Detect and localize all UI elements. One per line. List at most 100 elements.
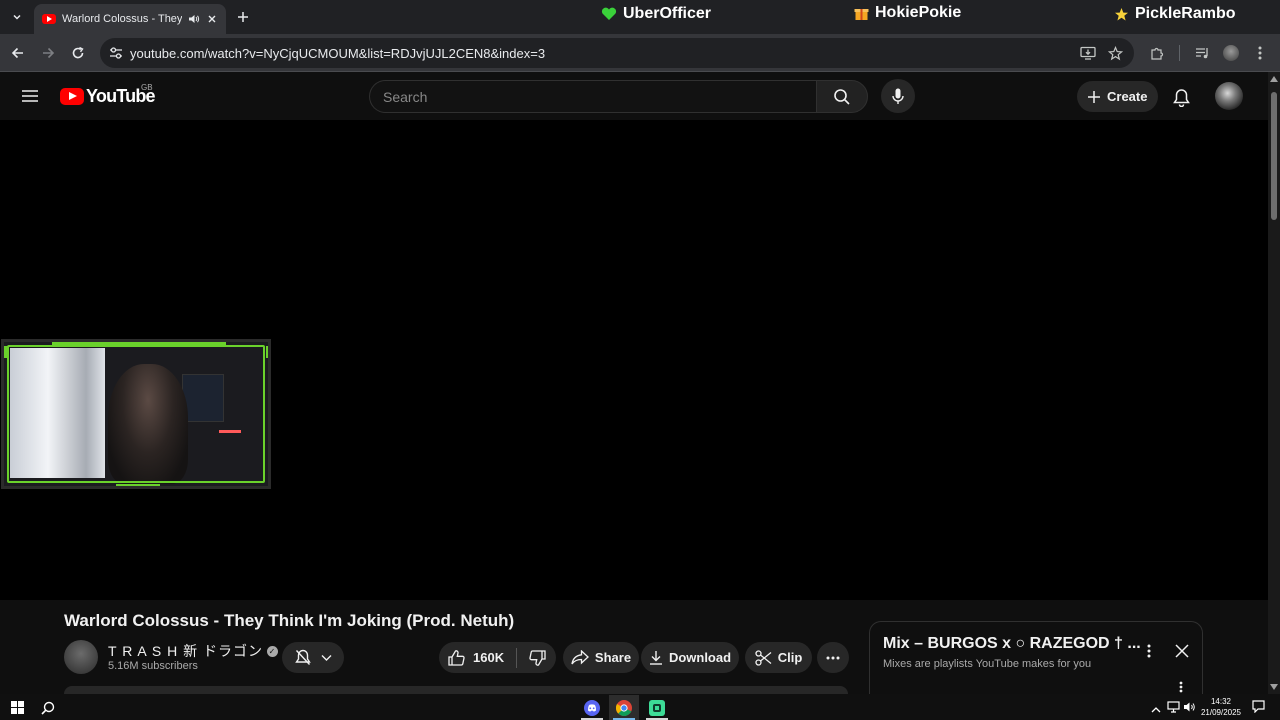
overlay-name-uberofficer: UberOfficer [601, 5, 711, 23]
more-vertical-icon [1179, 681, 1183, 693]
bell-icon [1172, 88, 1190, 107]
search-input[interactable]: Search [369, 80, 816, 113]
close-tab-icon[interactable] [206, 13, 218, 25]
page-scrollbar[interactable] [1268, 72, 1280, 694]
more-actions-button[interactable] [817, 642, 849, 673]
more-horizontal-icon [826, 656, 840, 659]
bookmark-star-button[interactable] [1105, 43, 1125, 63]
webcam-frame-accent-right [266, 346, 268, 358]
search-icon [834, 88, 850, 105]
speaker-icon [1184, 702, 1195, 712]
mix-item-menu-button[interactable] [1176, 680, 1186, 694]
clock-date: 21/09/2025 [1200, 708, 1242, 717]
notifications-button[interactable] [1170, 86, 1192, 108]
site-info-tune-icon[interactable] [109, 46, 123, 60]
search-icon [41, 701, 55, 715]
profile-button[interactable] [1221, 43, 1241, 63]
forward-button[interactable] [37, 42, 59, 64]
mix-playlist-subtitle: Mixes are playlists YouTube makes for yo… [883, 658, 1092, 670]
like-button[interactable]: 160K [448, 649, 505, 666]
webcam-frame-accent-bottom [116, 484, 160, 486]
subscription-notifications-button[interactable] [282, 642, 344, 673]
scroll-up-arrow-icon[interactable] [1270, 76, 1278, 82]
heart-icon [601, 7, 617, 20]
close-icon [1175, 644, 1189, 658]
create-button[interactable]: Create [1077, 81, 1158, 112]
tab-title: Warlord Colossus - They Th [62, 13, 182, 25]
more-vertical-icon [1147, 644, 1151, 658]
toolbar-divider [1179, 45, 1180, 61]
taskbar-app-chrome[interactable] [609, 695, 639, 720]
new-tab-button[interactable] [234, 8, 252, 26]
profile-avatar [1223, 45, 1239, 61]
download-icon [649, 651, 662, 665]
guide-menu-button[interactable] [20, 86, 40, 106]
webcam-overlay [1, 339, 271, 489]
mix-close-button[interactable] [1172, 641, 1192, 661]
clock-time: 14:32 [1210, 697, 1232, 706]
browser-menu-button[interactable] [1250, 43, 1270, 63]
chrome-icon [616, 699, 632, 716]
star-icon [1115, 7, 1128, 20]
video-title: Warlord Colossus - They Think I'm Joking… [64, 611, 515, 630]
scissors-icon [755, 649, 772, 666]
url-text: youtube.com/watch?v=NyCjqUCMOUM&list=RDJ… [130, 45, 546, 61]
browser-tab-bar: Warlord Colossus - They Th UberOfficer H… [0, 0, 1280, 34]
star-outline-icon [1107, 45, 1123, 60]
overlay-name-text: HokiePokie [875, 4, 962, 21]
scroll-down-arrow-icon[interactable] [1270, 684, 1278, 690]
description-box-edge[interactable] [64, 686, 848, 694]
verified-check-icon: ✓ [267, 645, 278, 657]
taskbar-app-green[interactable] [642, 695, 672, 720]
browser-toolbar: youtube.com/watch?v=NyCjqUCMOUM&list=RDJ… [0, 34, 1280, 72]
webcam-frame-accent-top [52, 342, 226, 346]
browser-tab-active[interactable]: Warlord Colossus - They Th [34, 4, 226, 34]
search-button[interactable] [816, 80, 868, 113]
install-app-button[interactable] [1078, 43, 1098, 63]
plus-icon [1088, 90, 1100, 103]
notification-center-button[interactable] [1252, 700, 1265, 718]
extensions-button[interactable] [1147, 43, 1167, 63]
taskbar-search-button[interactable] [33, 695, 63, 720]
discord-icon [584, 699, 600, 716]
voice-search-button[interactable] [881, 79, 915, 113]
microphone-icon [892, 88, 904, 104]
back-button[interactable] [7, 42, 29, 64]
hamburger-menu-icon [22, 90, 38, 102]
reload-icon [72, 46, 84, 59]
tab-list-dropdown-button[interactable] [8, 8, 26, 26]
network-button[interactable] [1167, 700, 1180, 718]
country-code: GB [141, 83, 153, 92]
account-avatar[interactable] [1215, 82, 1243, 110]
webcam-green-frame [7, 345, 265, 483]
speaker-audio-icon[interactable] [188, 13, 200, 25]
address-bar[interactable]: youtube.com/watch?v=NyCjqUCMOUM&list=RDJ… [100, 38, 1134, 68]
youtube-play-logo-icon [60, 88, 84, 105]
app-tile-icon [649, 699, 665, 716]
media-controls-button[interactable] [1192, 43, 1212, 63]
mix-playlist-title[interactable]: Mix – BURGOS x ○ RAZEGOD † ... [883, 635, 1141, 653]
mix-menu-button[interactable] [1142, 640, 1156, 662]
bell-off-icon [294, 649, 311, 665]
create-label: Create [1107, 89, 1148, 104]
windows-taskbar [0, 694, 1280, 720]
overlay-name-text: PickleRambo [1135, 5, 1236, 22]
dislike-button[interactable] [529, 649, 546, 666]
reload-button[interactable] [67, 42, 89, 64]
clip-button[interactable]: Clip [745, 642, 812, 673]
like-divider [516, 647, 518, 668]
taskbar-clock[interactable]: 14:32 21/09/2025 [1198, 696, 1244, 718]
share-button[interactable]: Share [563, 642, 639, 673]
channel-avatar[interactable] [64, 640, 98, 674]
download-button[interactable]: Download [641, 642, 739, 673]
overlay-name-hokiepokie: HokiePokie [854, 4, 961, 22]
taskbar-app-discord[interactable] [577, 695, 607, 720]
like-count: 160K [473, 650, 505, 665]
channel-name-link[interactable]: T R A S H 新 ドラゴン ✓ [108, 641, 278, 661]
volume-button[interactable] [1183, 700, 1196, 718]
start-button[interactable] [2, 695, 32, 720]
network-icon [1167, 701, 1180, 713]
scrollbar-thumb[interactable] [1271, 92, 1277, 220]
show-hidden-icons-button[interactable] [1151, 701, 1161, 719]
arrow-right-icon [43, 47, 55, 59]
